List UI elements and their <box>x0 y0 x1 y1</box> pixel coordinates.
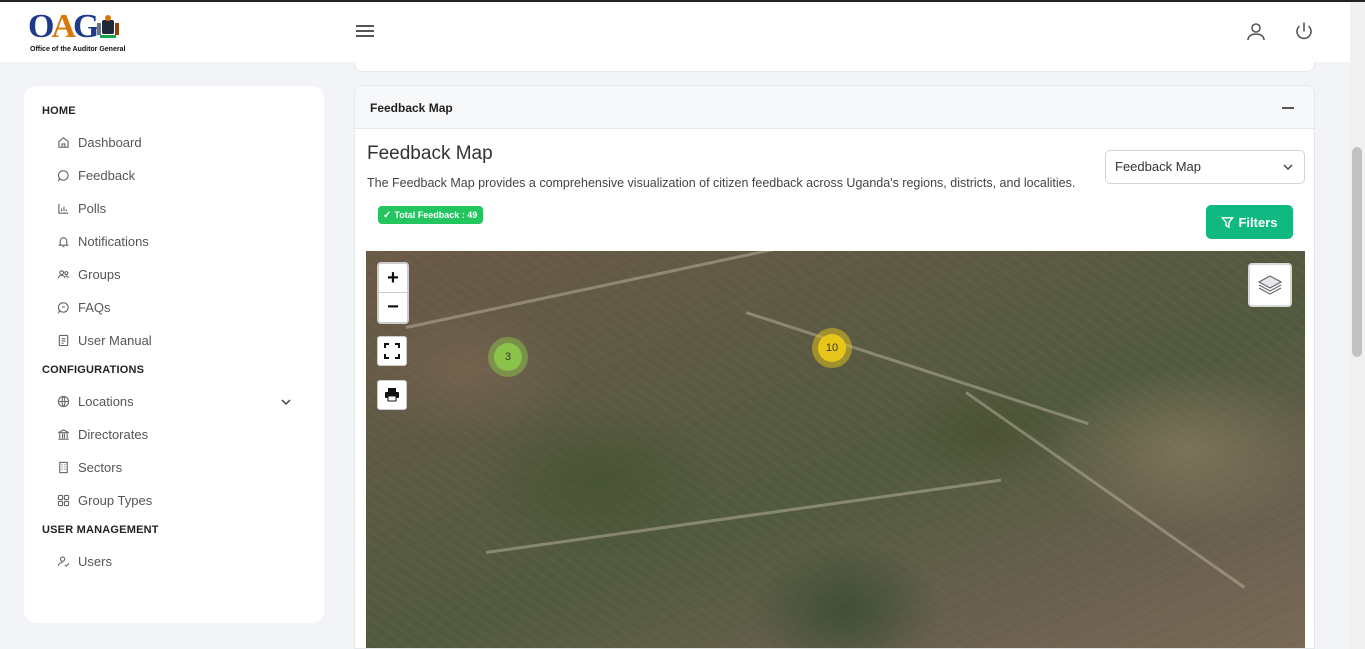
question-chat-icon <box>56 301 70 315</box>
feedback-map-card: Feedback Map Feedback Map The Feedback M… <box>354 85 1315 649</box>
hamburger-line <box>356 30 374 32</box>
fullscreen-button[interactable] <box>377 336 407 366</box>
map-road <box>965 391 1246 589</box>
satellite-map[interactable]: + − 3 10 <box>366 251 1305 648</box>
layers-button[interactable] <box>1248 263 1292 307</box>
power-icon[interactable] <box>1292 20 1316 44</box>
coat-of-arms-icon <box>97 15 119 38</box>
sidebar-item-label: Dashboard <box>78 135 142 150</box>
zoom-in-button[interactable]: + <box>379 264 407 293</box>
bell-icon <box>56 235 70 249</box>
select-value: Feedback Map <box>1115 159 1201 174</box>
hamburger-line <box>356 35 374 37</box>
chevron-down-icon[interactable] <box>280 396 292 408</box>
page-title: Feedback Map <box>367 143 493 164</box>
badge-label: Total Feedback : 49 <box>394 210 478 220</box>
check-icon: ✓ <box>383 209 392 221</box>
filters-label: Filters <box>1238 214 1278 230</box>
chat-icon <box>56 169 70 183</box>
users-icon <box>56 268 70 282</box>
sidebar-item-faqs[interactable]: FAQs <box>24 291 324 324</box>
scrollbar-thumb[interactable] <box>1352 147 1362 357</box>
sidebar-section-user-management: USER MANAGEMENT <box>42 524 159 536</box>
sidebar-item-label: Directorates <box>78 427 149 442</box>
sidebar-item-locations[interactable]: Locations <box>24 385 324 418</box>
sidebar-item-users[interactable]: Users <box>24 545 324 578</box>
sidebar-item-dashboard[interactable]: Dashboard <box>24 126 324 159</box>
sidebar-item-label: User Manual <box>78 333 152 348</box>
zoom-control: + − <box>377 262 409 324</box>
map-road <box>745 311 1089 426</box>
home-icon <box>56 136 70 150</box>
zoom-out-button[interactable]: − <box>379 293 407 322</box>
sidebar-item-label: Groups <box>78 267 121 282</box>
sidebar-item-label: Feedback <box>78 168 136 183</box>
sidebar-item-label: Locations <box>78 394 134 409</box>
sidebar-item-group-types[interactable]: Group Types <box>24 484 324 517</box>
sidebar-item-label: Group Types <box>78 493 153 508</box>
sidebar-item-directorates[interactable]: Directorates <box>24 418 324 451</box>
top-header: OAG Office of the Auditor General <box>0 2 1350 62</box>
card-header: Feedback Map <box>355 86 1314 129</box>
map-road <box>485 478 1002 554</box>
sidebar-item-label: FAQs <box>78 300 111 315</box>
hamburger-icon <box>356 25 374 27</box>
bar-chart-icon <box>56 202 70 216</box>
globe-icon <box>56 395 70 409</box>
sidebar-item-label: Sectors <box>78 460 123 475</box>
total-feedback-badge: ✓ Total Feedback : 49 <box>378 206 484 224</box>
menu-toggle-button[interactable] <box>356 22 376 42</box>
user-check-icon <box>56 555 70 569</box>
user-icon[interactable] <box>1244 20 1268 44</box>
sidebar-section-configurations: CONFIGURATIONS <box>42 364 145 376</box>
sidebar: HOME Dashboard Feedback Polls Notificati… <box>24 86 324 623</box>
sidebar-item-label: Users <box>78 554 112 569</box>
map-type-select[interactable]: Feedback Map <box>1105 150 1305 184</box>
sidebar-item-polls[interactable]: Polls <box>24 192 324 225</box>
printer-icon <box>385 388 399 402</box>
bank-icon <box>56 428 70 442</box>
filters-button[interactable]: Filters <box>1206 205 1293 239</box>
cluster-marker[interactable]: 10 <box>812 328 852 368</box>
oag-logo[interactable]: OAG Office of the Auditor General <box>28 8 128 56</box>
sidebar-item-notifications[interactable]: Notifications <box>24 225 324 258</box>
cluster-count: 3 <box>494 343 522 371</box>
map-description: The Feedback Map provides a comprehensiv… <box>367 176 1076 190</box>
chevron-down-icon <box>1283 164 1293 171</box>
fullscreen-icon <box>384 343 400 359</box>
summary-card-bottom-edge <box>354 62 1315 72</box>
collapse-button[interactable] <box>1282 107 1294 109</box>
sidebar-item-user-manual[interactable]: User Manual <box>24 324 324 357</box>
print-button[interactable] <box>377 380 407 410</box>
page-scrollbar[interactable] <box>1350 2 1365 649</box>
logo-mark: OAG <box>28 8 100 45</box>
sidebar-section-home: HOME <box>42 105 76 117</box>
filter-icon <box>1221 216 1235 228</box>
map-road <box>405 251 798 329</box>
sidebar-item-label: Polls <box>78 201 107 216</box>
logo-subtitle: Office of the Auditor General <box>30 46 126 53</box>
cluster-count: 10 <box>818 334 846 362</box>
book-icon <box>56 334 70 348</box>
sidebar-item-feedback[interactable]: Feedback <box>24 159 324 192</box>
sidebar-item-label: Notifications <box>78 234 149 249</box>
sidebar-item-sectors[interactable]: Sectors <box>24 451 324 484</box>
cluster-marker[interactable]: 3 <box>488 337 528 377</box>
sidebar-item-groups[interactable]: Groups <box>24 258 324 291</box>
grid-icon <box>56 494 70 508</box>
building-icon <box>56 461 70 475</box>
card-header-title: Feedback Map <box>370 101 453 115</box>
layers-icon <box>1257 275 1283 295</box>
